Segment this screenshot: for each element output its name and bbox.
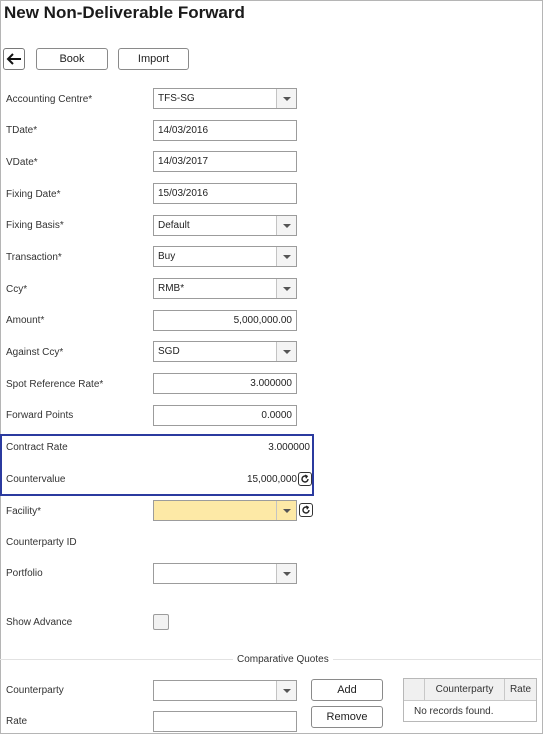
fixing-basis-select[interactable]: Default bbox=[153, 215, 297, 236]
against-ccy-label: Against Ccy* bbox=[6, 347, 64, 358]
back-button[interactable] bbox=[3, 48, 25, 70]
cq-rate-label: Rate bbox=[6, 716, 28, 727]
grid-empty-message: No records found. bbox=[414, 706, 494, 717]
transaction-label: Transaction* bbox=[6, 252, 62, 263]
cq-counterparty-select[interactable] bbox=[153, 680, 297, 701]
quotes-grid-header: Counterparty Rate bbox=[404, 679, 536, 701]
chevron-down-icon[interactable] bbox=[276, 342, 296, 361]
grid-column-rate[interactable]: Rate bbox=[504, 679, 536, 700]
contract-rate-label: Contract Rate bbox=[6, 442, 68, 453]
vdate-label: VDate* bbox=[6, 157, 38, 168]
comparative-quotes-title: Comparative Quotes bbox=[233, 654, 333, 665]
forward-points-field[interactable]: 0.0000 bbox=[153, 405, 297, 426]
amount-field[interactable]: 5,000,000.00 bbox=[153, 310, 297, 331]
vdate-field[interactable]: 14/03/2017 bbox=[153, 151, 297, 172]
grid-column-counterparty[interactable]: Counterparty bbox=[424, 679, 504, 700]
quotes-grid: Counterparty Rate No records found. bbox=[403, 678, 537, 722]
portfolio-label: Portfolio bbox=[6, 568, 43, 579]
accounting-centre-label: Accounting Centre* bbox=[6, 94, 93, 105]
countervalue-label: Countervalue bbox=[6, 474, 66, 485]
refresh-icon bbox=[302, 505, 310, 514]
refresh-icon bbox=[301, 474, 309, 483]
amount-value: 5,000,000.00 bbox=[233, 315, 292, 326]
chevron-down-icon[interactable] bbox=[276, 564, 296, 583]
arrow-left-icon bbox=[6, 53, 21, 65]
vdate-value: 14/03/2017 bbox=[158, 156, 209, 167]
chevron-down-icon[interactable] bbox=[276, 279, 296, 298]
transaction-select[interactable]: Buy bbox=[153, 246, 297, 267]
spot-reference-rate-field[interactable]: 3.000000 bbox=[153, 373, 297, 394]
forward-points-label: Forward Points bbox=[6, 410, 74, 421]
fixing-date-value: 15/03/2016 bbox=[158, 188, 209, 199]
forward-points-value: 0.0000 bbox=[261, 410, 292, 421]
cq-counterparty-label: Counterparty bbox=[6, 685, 64, 696]
portfolio-select[interactable] bbox=[153, 563, 297, 584]
grid-select-column bbox=[404, 679, 424, 700]
tdate-field[interactable]: 14/03/2016 bbox=[153, 120, 297, 141]
tdate-value: 14/03/2016 bbox=[158, 125, 209, 136]
accounting-centre-select[interactable]: TFS-SG bbox=[153, 88, 297, 109]
counterparty-id-label: Counterparty ID bbox=[6, 537, 77, 548]
accounting-centre-value: TFS-SG bbox=[158, 93, 195, 104]
remove-quote-button[interactable]: Remove bbox=[311, 706, 383, 728]
ccy-value: RMB* bbox=[158, 283, 185, 294]
show-advance-checkbox[interactable] bbox=[153, 614, 169, 630]
contract-rate-value: 3.000000 bbox=[268, 442, 310, 453]
transaction-value: Buy bbox=[158, 251, 176, 262]
facility-select[interactable] bbox=[153, 500, 297, 521]
window-frame bbox=[0, 0, 543, 734]
against-ccy-select[interactable]: SGD bbox=[153, 341, 297, 362]
facility-label: Facility* bbox=[6, 506, 42, 517]
chevron-down-icon[interactable] bbox=[276, 89, 296, 108]
add-quote-button[interactable]: Add bbox=[311, 679, 383, 701]
fixing-basis-value: Default bbox=[158, 220, 190, 231]
spot-reference-rate-label: Spot Reference Rate* bbox=[6, 379, 104, 390]
chevron-down-icon[interactable] bbox=[276, 681, 296, 700]
spot-reference-rate-value: 3.000000 bbox=[250, 378, 292, 389]
chevron-down-icon[interactable] bbox=[276, 501, 296, 520]
chevron-down-icon[interactable] bbox=[276, 247, 296, 266]
facility-refresh-button[interactable] bbox=[299, 503, 313, 517]
chevron-down-icon[interactable] bbox=[276, 216, 296, 235]
book-button[interactable]: Book bbox=[36, 48, 108, 70]
show-advance-label: Show Advance bbox=[6, 617, 73, 628]
import-button[interactable]: Import bbox=[118, 48, 189, 70]
fixing-basis-label: Fixing Basis* bbox=[6, 220, 64, 231]
cq-rate-field[interactable] bbox=[153, 711, 297, 732]
fixing-date-field[interactable]: 15/03/2016 bbox=[153, 183, 297, 204]
against-ccy-value: SGD bbox=[158, 346, 180, 357]
ccy-label: Ccy* bbox=[6, 284, 28, 295]
fixing-date-label: Fixing Date* bbox=[6, 189, 61, 200]
countervalue-refresh-button[interactable] bbox=[298, 472, 312, 486]
page-title: New Non-Deliverable Forward bbox=[4, 3, 245, 22]
countervalue-value: 15,000,000 bbox=[246, 474, 297, 485]
ccy-select[interactable]: RMB* bbox=[153, 278, 297, 299]
tdate-label: TDate* bbox=[6, 125, 38, 136]
amount-label: Amount* bbox=[6, 315, 45, 326]
